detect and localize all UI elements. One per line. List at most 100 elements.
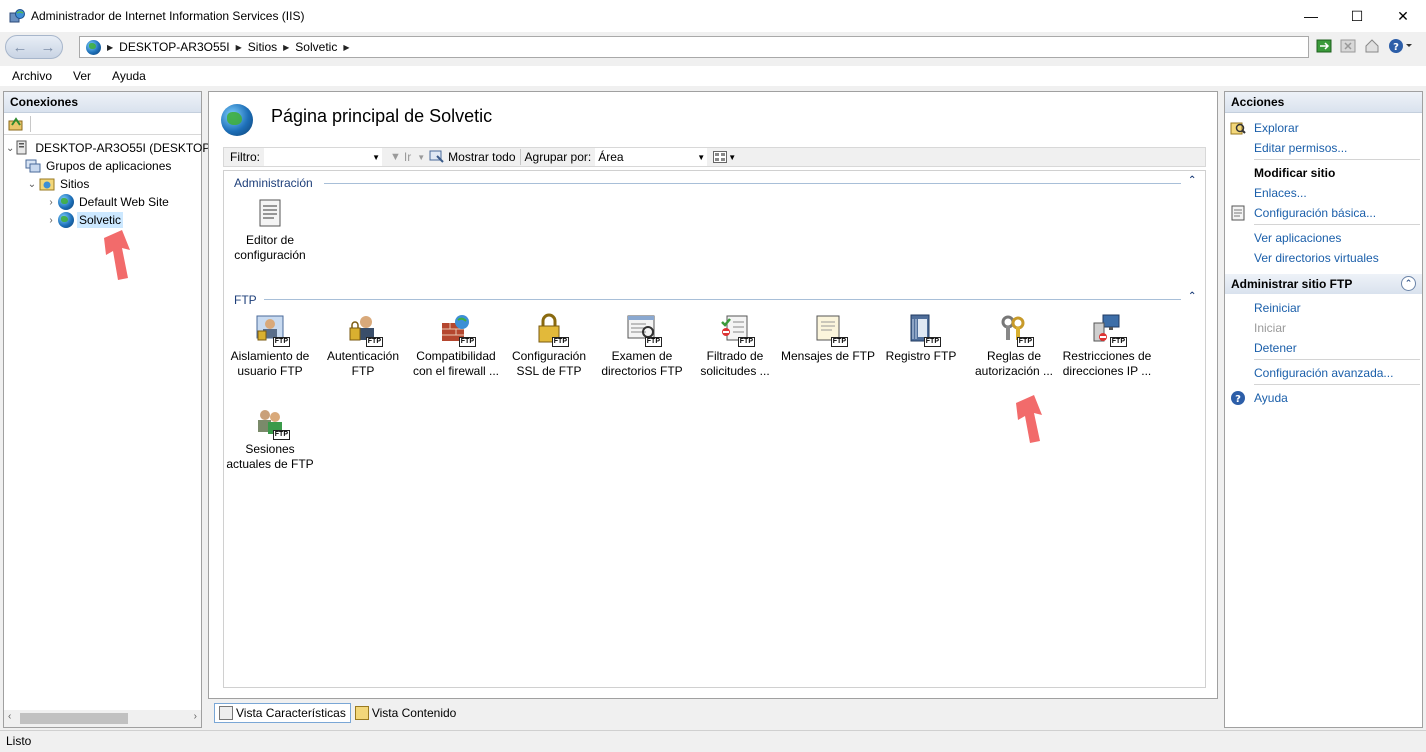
scroll-right-icon[interactable]: › [194,711,197,722]
close-button[interactable]: ✕ [1380,0,1426,32]
iis-app-icon [9,8,25,24]
content-view-icon [354,706,369,720]
action-restart[interactable]: Reiniciar [1225,299,1301,317]
expand-chevron-icon[interactable]: › [44,215,58,226]
ftp-sessions-icon: FTP [254,406,290,440]
go-button[interactable]: ▼ Ir ▼ [390,150,425,164]
breadcrumb-sites[interactable]: Sitios [248,40,277,54]
collapse-chevron-icon[interactable]: ⌄ [25,179,39,190]
menu-help[interactable]: Ayuda [109,69,149,83]
home-icon[interactable] [1362,36,1382,56]
breadcrumb-server[interactable]: DESKTOP-AR3O55I [119,40,229,54]
feature-ftp-authentication[interactable]: FTP Autenticación FTP [315,313,411,379]
collapse-group-icon[interactable]: ⌃ [1188,291,1196,302]
feature-ftp-logging[interactable]: FTP Registro FTP [873,313,969,364]
feature-ftp-user-isolation[interactable]: FTP Aislamiento de usuario FTP [222,313,318,379]
dropdown-arrow-icon[interactable]: ▼ [417,153,425,162]
show-all-button[interactable]: Mostrar todo [429,150,516,164]
menu-bar: Archivo Ver Ayuda [0,66,1426,86]
go-label: Ir [403,150,412,164]
ftp-badge: FTP [551,337,569,347]
connections-toolbar [4,113,201,135]
feature-label: Mensajes de FTP [780,349,876,363]
ftp-badge: FTP [458,337,476,347]
blank-icon [1230,300,1246,316]
tree-node-solvetic[interactable]: › Solvetic [4,211,201,229]
globe-icon [58,212,74,228]
feature-config-editor[interactable]: Editor de configuración [222,197,318,263]
breadcrumb-separator-icon[interactable]: ▶ [343,43,349,52]
group-header-administracion[interactable]: Administración [234,176,313,190]
feature-ftp-directory-browsing[interactable]: FTP Examen de directorios FTP [594,313,690,379]
collapse-chevron-icon[interactable]: ⌄ [6,143,14,154]
breadcrumb-separator-icon[interactable]: ▶ [107,43,113,52]
tree-node-default-web-site[interactable]: › Default Web Site [4,193,201,211]
blank-icon [1230,250,1246,266]
feature-label: Examen de directorios FTP [601,349,683,378]
tab-features-view[interactable]: Vista Características [214,703,351,723]
feature-ftp-ip-restrictions[interactable]: FTP Restricciones de direcciones IP ... [1059,313,1155,379]
app-pools-icon [25,158,41,174]
forward-button[interactable]: → [41,39,56,56]
globe-icon [86,39,101,55]
dropdown-arrow-icon[interactable]: ▼ [728,153,736,162]
group-header-ftp[interactable]: FTP [234,293,257,307]
feature-ftp-firewall[interactable]: FTP Compatibilidad con el firewall ... [408,313,504,379]
status-text: Listo [6,734,32,748]
feature-ftp-sessions[interactable]: FTP Sesiones actuales de FTP [222,406,318,472]
dropdown-arrow-icon[interactable]: ▼ [697,153,705,162]
action-explore[interactable]: Explorar [1225,119,1299,137]
menu-view[interactable]: Ver [70,69,94,83]
feature-ftp-request-filtering[interactable]: FTP Filtrado de solicitudes ... [687,313,783,379]
tree-node-sites[interactable]: ⌄ Sitios [4,175,201,193]
action-basic-settings[interactable]: Configuración básica... [1225,204,1376,222]
dropdown-arrow-icon[interactable]: ▼ [372,153,380,162]
breadcrumb-separator-icon[interactable]: ▶ [236,43,242,52]
minimize-button[interactable]: — [1288,0,1334,32]
ftp-site-section-header[interactable]: Administrar sitio FTP ⌃ [1225,274,1422,294]
feature-ftp-ssl[interactable]: FTP Configuración SSL de FTP [501,313,597,379]
tree-node-app-pools[interactable]: Grupos de aplicaciones [4,157,201,175]
help-icon[interactable]: ? [1386,36,1414,56]
group-by-select[interactable]: Área ▼ [595,148,708,166]
ftp-badge: FTP [365,337,383,347]
menu-file[interactable]: Archivo [9,69,55,83]
scrollbar-thumb[interactable] [20,713,128,724]
connect-icon[interactable] [8,116,24,132]
action-view-applications[interactable]: Ver aplicaciones [1225,229,1341,247]
features-view: Página principal de Solvetic Filtro: ▼ ▼… [208,91,1218,699]
ftp-badge: FTP [923,337,941,347]
feature-label: Editor de configuración [234,233,306,262]
refresh-icon[interactable] [1314,36,1334,56]
action-stop[interactable]: Detener [1225,339,1297,357]
tree-node-server[interactable]: ⌄ DESKTOP-AR3O55I (DESKTOP [4,139,210,157]
action-edit-permissions[interactable]: Editar permisos... [1225,139,1347,157]
scroll-left-icon[interactable]: ‹ [8,711,11,722]
tab-content-view[interactable]: Vista Contenido [351,703,461,723]
feature-ftp-messages[interactable]: FTP Mensajes de FTP [780,313,876,364]
breadcrumb-solvetic[interactable]: Solvetic [295,40,337,54]
ftp-badge: FTP [272,430,290,440]
blank-icon [1230,340,1246,356]
action-advanced-settings[interactable]: Configuración avanzada... [1225,364,1393,382]
breadcrumb-separator-icon[interactable]: ▶ [283,43,289,52]
feature-ftp-authorization-rules[interactable]: FTP Reglas de autorización ... [966,313,1062,379]
stop-icon[interactable] [1338,36,1358,56]
action-bindings[interactable]: Enlaces... [1225,184,1307,202]
globe-icon [58,194,74,210]
view-grid-icon [713,151,728,163]
maximize-button[interactable]: ☐ [1334,0,1380,32]
feature-label: Configuración SSL de FTP [511,349,587,378]
expand-chevron-icon[interactable]: › [44,197,58,208]
view-mode-button[interactable]: ▼ [713,151,736,163]
collapse-group-icon[interactable]: ⌃ [1188,175,1196,186]
action-help[interactable]: ? Ayuda [1225,389,1288,407]
feature-label: Filtrado de solicitudes ... [700,349,770,378]
address-field[interactable]: ▶ DESKTOP-AR3O55I ▶ Sitios ▶ Solvetic ▶ [79,36,1309,58]
collapse-section-icon[interactable]: ⌃ [1401,276,1416,291]
back-button[interactable]: ← [13,39,28,56]
tree-label: Grupos de aplicaciones [46,159,172,173]
action-view-virtual-dirs[interactable]: Ver directorios virtuales [1225,249,1379,267]
horizontal-scrollbar[interactable]: ‹ › [4,710,201,727]
filter-input[interactable]: ▼ [264,148,382,166]
